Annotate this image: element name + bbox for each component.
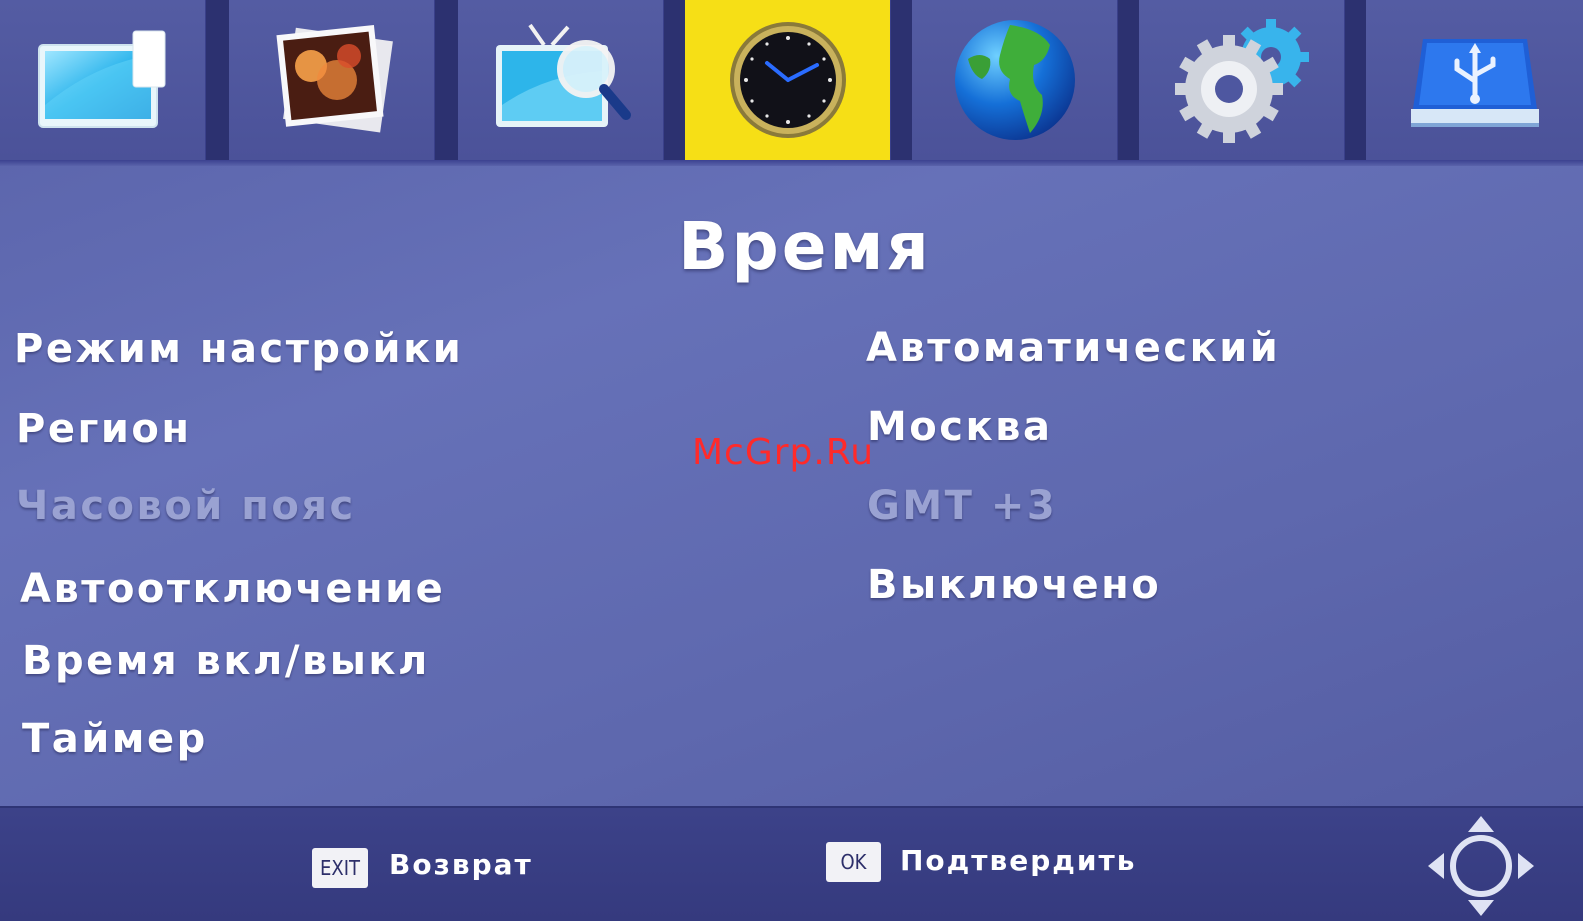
row-label-timezone: Часовой пояс (16, 483, 356, 529)
bar-divider (0, 160, 1583, 166)
watermark: McGrp.Ru (692, 432, 875, 473)
row-value-timezone: GMT +3 (867, 483, 1058, 529)
dpad-icon (1428, 816, 1534, 916)
ok-key-icon[interactable]: OK (826, 842, 881, 882)
exit-key-icon[interactable]: EXIT (312, 848, 368, 888)
row-label-tuning-mode[interactable]: Режим настройки (14, 326, 463, 372)
row-label-region[interactable]: Регион (16, 406, 192, 452)
picture-icon (37, 30, 165, 128)
row-value-tuning-mode[interactable]: Автоматический (866, 325, 1280, 371)
gears-icon (1174, 19, 1309, 143)
row-value-region[interactable]: Москва (867, 404, 1052, 450)
tv-search-icon (495, 23, 631, 127)
row-label-auto-off[interactable]: Автоотключение (20, 566, 445, 612)
tab-time[interactable] (685, 0, 891, 160)
globe-icon (954, 20, 1075, 140)
row-label-timer[interactable]: Таймер (22, 716, 208, 762)
usb-icon (1410, 39, 1539, 127)
menu-icon-bar (0, 0, 1583, 162)
tab-language[interactable] (912, 0, 1118, 160)
tab-picture[interactable] (0, 0, 206, 160)
tab-settings[interactable] (1139, 0, 1345, 160)
photos-icon (275, 25, 393, 133)
row-label-on-off-time[interactable]: Время вкл/выкл (22, 638, 430, 684)
clock-icon (729, 22, 846, 138)
page-title: Время (678, 208, 932, 285)
tab-photos[interactable] (229, 0, 435, 160)
tv-screen: Время Режим настройки Автоматический Рег… (0, 0, 1583, 921)
exit-hint-label: Возврат (389, 848, 533, 881)
ok-hint-label: Подтвердить (900, 844, 1137, 877)
tab-channels[interactable] (458, 0, 664, 160)
footer-hint-bar: EXIT Возврат OK Подтвердить (0, 806, 1583, 921)
tab-usb[interactable] (1366, 0, 1583, 160)
row-value-auto-off[interactable]: Выключено (867, 562, 1161, 608)
